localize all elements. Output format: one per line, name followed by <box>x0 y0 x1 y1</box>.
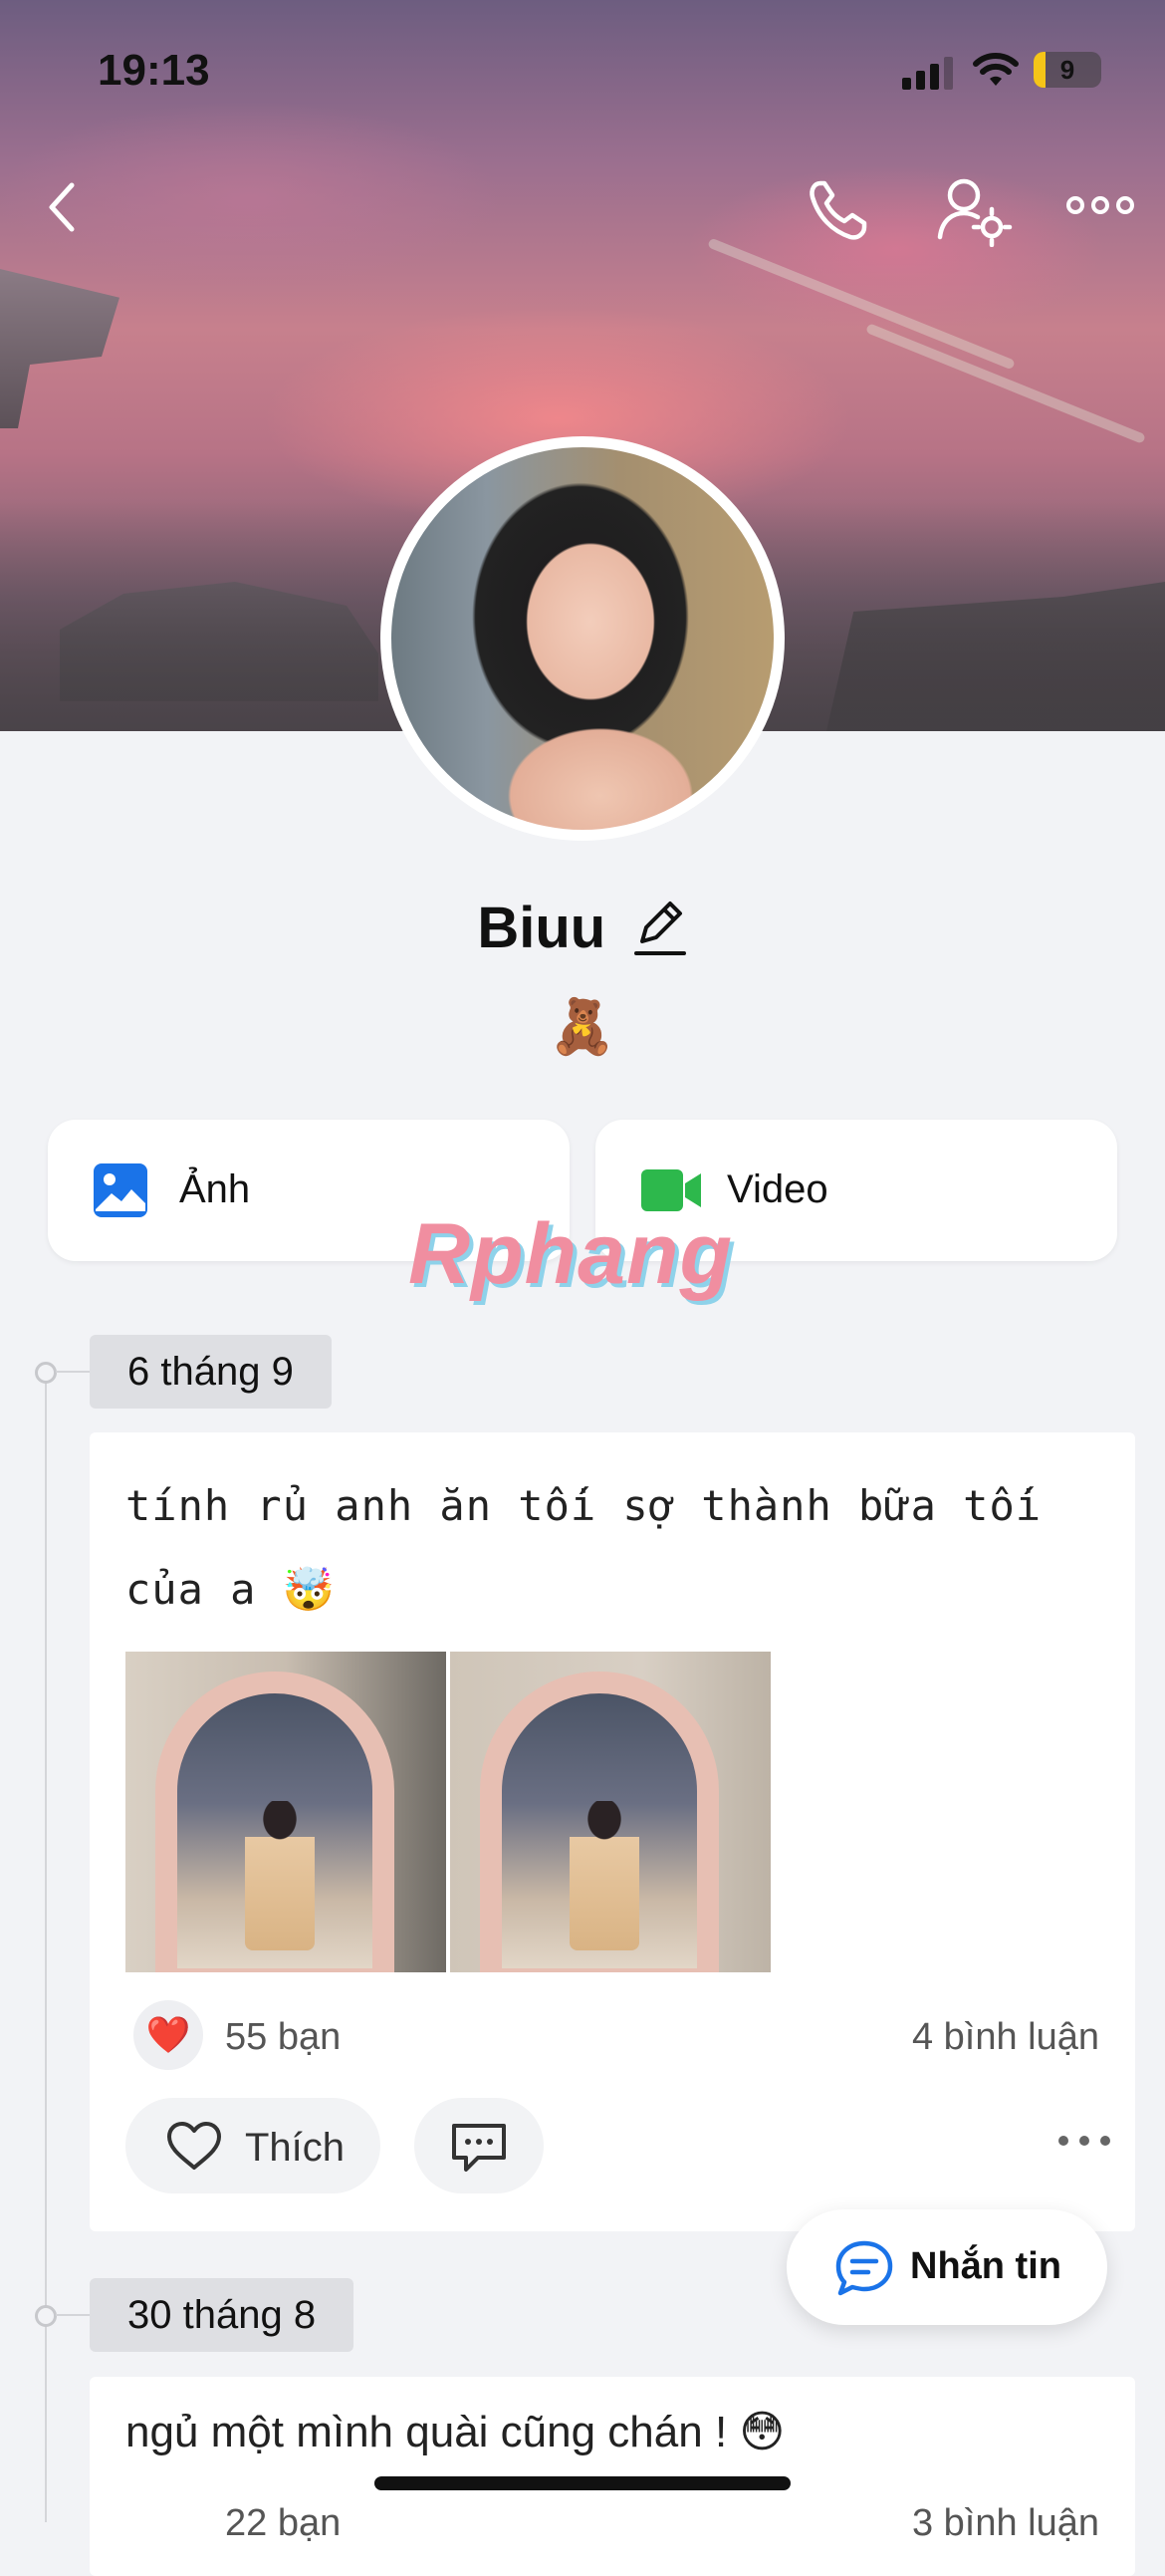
avatar-photo <box>391 447 774 830</box>
avatar[interactable] <box>380 436 785 841</box>
heart-icon <box>167 2122 221 2170</box>
comment-button[interactable] <box>414 2098 544 2193</box>
comment-icon <box>452 2124 506 2172</box>
photos-label: Ảnh <box>179 1167 251 1211</box>
profile-settings-button[interactable] <box>934 173 1014 247</box>
photo-icon <box>94 1163 147 1217</box>
post-card[interactable]: tính rủ anh ăn tối sợ thành bữa tối của … <box>90 1432 1135 2231</box>
cover-structure-left <box>0 269 119 428</box>
profile-name-row: Biuu <box>0 895 1165 974</box>
wifi-icon <box>973 53 1019 86</box>
back-button[interactable] <box>40 177 84 237</box>
heart-reaction-icon: ❤️ <box>133 2000 203 2070</box>
battery-percent: 9 <box>1059 55 1075 85</box>
likes-count[interactable]: 55 bạn <box>225 2016 341 2059</box>
home-indicator[interactable] <box>374 2476 791 2490</box>
status-time: 19:13 <box>98 46 210 95</box>
profile-bio: 🧸 <box>549 997 616 1057</box>
comments-count[interactable]: 4 bình luận <box>912 2016 1099 2059</box>
timeline-dot <box>35 2305 57 2327</box>
post-text: ngủ một mình quài cũng chán ! 😳 <box>125 2408 786 2456</box>
reaction-summary[interactable]: ❤️ 55 bạn 4 bình luận <box>133 2000 1099 2070</box>
message-button[interactable]: Nhắn tin <box>787 2209 1107 2325</box>
battery-indicator: 9 <box>1034 52 1101 88</box>
profile-name: Biuu <box>477 896 606 960</box>
timeline-connector <box>56 2314 90 2316</box>
chat-bubble-icon <box>835 2240 893 2296</box>
timeline-connector <box>56 1371 90 1373</box>
post-more-button[interactable] <box>1057 2134 1111 2148</box>
like-button[interactable]: Thích <box>125 2098 380 2193</box>
timeline-dot <box>35 1362 57 1384</box>
more-options-button[interactable] <box>1065 193 1135 217</box>
post-photo[interactable] <box>450 1652 771 1972</box>
date-chip: 6 tháng 9 <box>90 1335 332 1409</box>
message-label: Nhắn tin <box>910 2245 1061 2287</box>
comments-count[interactable]: 3 bình luận <box>912 2502 1099 2545</box>
reaction-summary[interactable]: 22 bạn 3 bình luận <box>133 2488 1099 2558</box>
like-label: Thích <box>245 2126 346 2170</box>
post-actions: Thích <box>125 2098 1111 2193</box>
cellular-signal-icon <box>902 56 958 90</box>
post-text: tính rủ anh ăn tối sợ thành bữa tối của … <box>125 1481 1043 1614</box>
date-chip: 30 tháng 8 <box>90 2278 354 2352</box>
post-photo[interactable] <box>125 1652 446 1972</box>
likes-count[interactable]: 22 bạn <box>225 2502 341 2545</box>
watermark: Rphang <box>408 1206 734 1302</box>
edit-pencil-icon[interactable] <box>632 898 688 959</box>
call-button[interactable] <box>803 175 872 245</box>
cover-light-streak <box>707 237 1016 371</box>
cover-light-streak <box>865 323 1146 444</box>
timeline-line <box>45 1371 47 2522</box>
videos-label: Video <box>727 1167 828 1211</box>
